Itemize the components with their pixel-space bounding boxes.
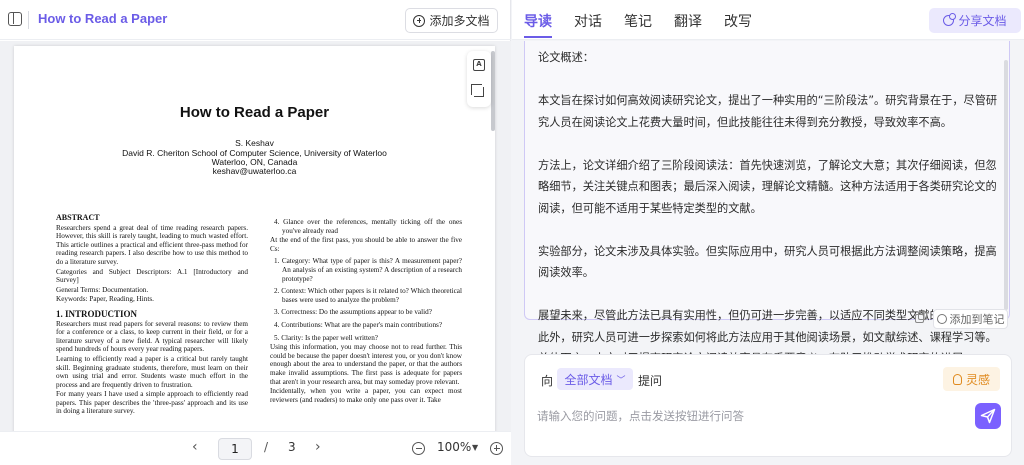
zoom-out-icon[interactable] — [412, 442, 425, 455]
first-pass-paragraph: At the end of the first pass, you should… — [270, 236, 462, 253]
summary-heading: 论文概述： — [538, 51, 594, 64]
previous-page-button[interactable]: ‹ — [192, 439, 198, 455]
floating-toolbar: A — [467, 51, 491, 107]
add-documents-button[interactable]: 添加多文档 — [405, 8, 498, 33]
pdf-page: How to Read a Paper S. Keshav David R. C… — [14, 46, 495, 431]
crop-icon[interactable] — [471, 84, 484, 97]
body-paragraph: Incidentally, when you write a paper, yo… — [270, 387, 462, 404]
plus-circle-icon — [413, 14, 426, 27]
pdf-viewer[interactable]: How to Read a Paper S. Keshav David R. C… — [0, 41, 511, 431]
intro-paragraph: Learning to efficiently read a paper is … — [56, 354, 248, 389]
copy-icon[interactable] — [915, 311, 927, 323]
keywords-text: Keywords: Paper, Reading, Hints. — [56, 295, 154, 304]
next-page-button[interactable]: › — [315, 439, 321, 455]
document-scope-select[interactable]: 全部文档 ﹀ — [557, 368, 633, 390]
question-input[interactable] — [537, 405, 957, 427]
add-documents-label: 添加多文档 — [429, 14, 490, 28]
five-cs-item: 3. Correctness: Do the assumptions appea… — [274, 308, 432, 317]
tab-rewrite[interactable]: 改写 — [724, 11, 752, 31]
summary-paragraph: 方法上，论文详细介绍了三阶段阅读法：首先快速浏览，了解论文大意；其次仔细阅读，但… — [538, 158, 997, 215]
page-separator: / — [264, 440, 269, 454]
page-number-input[interactable] — [218, 438, 252, 460]
sidebar-toggle-icon[interactable] — [8, 12, 22, 26]
ask-suffix: 提问 — [638, 374, 663, 388]
send-icon — [980, 408, 996, 424]
paper-left-column: ABSTRACT Researchers spend a great deal … — [56, 213, 248, 417]
five-cs-item: 4. Contributions: What are the paper's m… — [274, 320, 443, 329]
translate-icon[interactable]: A — [473, 59, 485, 71]
tab-translate[interactable]: 翻译 — [674, 11, 702, 31]
summary-scrollbar[interactable] — [1004, 60, 1008, 310]
summary-card: 论文概述： 本文旨在探讨如何高效阅读研究论文，提出了一种实用的“三阶段法”。研究… — [524, 41, 1010, 365]
five-cs-item: 2. Context: Which other papers is it rel… — [274, 287, 462, 304]
reference-glance-item: 4. Glance over the references, mentally … — [274, 218, 462, 235]
add-to-notes-button[interactable]: 添加到笔记 — [933, 309, 1008, 329]
send-button[interactable] — [975, 403, 1001, 429]
intro-paragraph: For many years I have used a simple appr… — [56, 390, 248, 416]
paper-right-column: 4. Glance over the references, mentally … — [270, 214, 462, 405]
share-icon — [943, 13, 957, 26]
document-scope-label: 全部文档 — [564, 372, 613, 387]
inspiration-button[interactable]: 灵感 — [943, 367, 1000, 391]
share-label: 分享文档 — [958, 14, 1007, 28]
paper-title: How to Read a Paper — [179, 104, 330, 121]
introduction-heading: 1. INTRODUCTION — [56, 308, 138, 319]
document-header: How to Read a Paper 添加多文档 — [0, 0, 511, 40]
zoom-dropdown-icon[interactable]: ▼ — [472, 443, 478, 452]
document-pane: How to Read a Paper 添加多文档 How to Read a … — [0, 0, 511, 465]
total-pages: 3 — [288, 440, 296, 454]
document-title: How to Read a Paper — [38, 11, 168, 26]
body-paragraph: Using this information, you may choose n… — [270, 343, 462, 386]
summary-paragraph: 实验部分，论文未涉及具体实验。但实际应用中，研究人员可根据此方法调整阅读策略，提… — [538, 244, 997, 280]
lightbulb-icon — [952, 373, 962, 385]
chevron-down-icon: ﹀ — [616, 375, 626, 386]
abstract-text: Researchers spend a great deal of time r… — [56, 223, 248, 266]
add-to-notes-label: 添加到笔记 — [949, 313, 1005, 326]
intro-paragraph: Researchers must read papers for several… — [56, 319, 248, 354]
page-navigation: ‹ / 3 › 100% ▼ — [0, 431, 511, 465]
share-document-button[interactable]: 分享文档 — [929, 8, 1021, 33]
summary-paragraph: 本文旨在探讨如何高效阅读研究论文，提出了一种实用的“三阶段法”。研究背景在于，尽… — [538, 94, 998, 129]
categories-text: Categories and Subject Descriptors: A.1 … — [56, 267, 248, 285]
active-tab-indicator — [524, 36, 552, 38]
inspiration-label: 灵感 — [965, 372, 990, 387]
tab-chat[interactable]: 对话 — [574, 11, 602, 31]
tab-notes[interactable]: 笔记 — [624, 11, 652, 31]
note-icon — [936, 314, 947, 324]
abstract-heading: ABSTRACT — [56, 213, 100, 222]
question-box: 向 全部文档 ﹀ 提问 灵感 — [524, 354, 1012, 457]
zoom-level[interactable]: 100% — [437, 440, 471, 454]
paper-author: S. Keshav — [235, 138, 274, 148]
paper-email: keshav@uwaterloo.ca — [212, 166, 297, 176]
pdf-scrollbar[interactable] — [491, 51, 495, 131]
five-cs-item: 5. Clarity: Is the paper well written? — [274, 333, 378, 342]
ask-prefix: 向 — [541, 374, 554, 388]
five-cs-item: 1. Category: What type of paper is this?… — [274, 257, 462, 283]
general-terms-text: General Terms: Documentation. — [56, 285, 149, 294]
summary-text: 论文概述： 本文旨在探讨如何高效阅读研究论文，提出了一种实用的“三阶段法”。研究… — [538, 47, 1000, 370]
zoom-in-icon[interactable] — [490, 442, 503, 455]
header-divider — [28, 11, 29, 29]
tab-guide[interactable]: 导读 — [524, 11, 552, 31]
assistant-header: 导读 对话 笔记 翻译 改写 分享文档 — [512, 0, 1024, 40]
